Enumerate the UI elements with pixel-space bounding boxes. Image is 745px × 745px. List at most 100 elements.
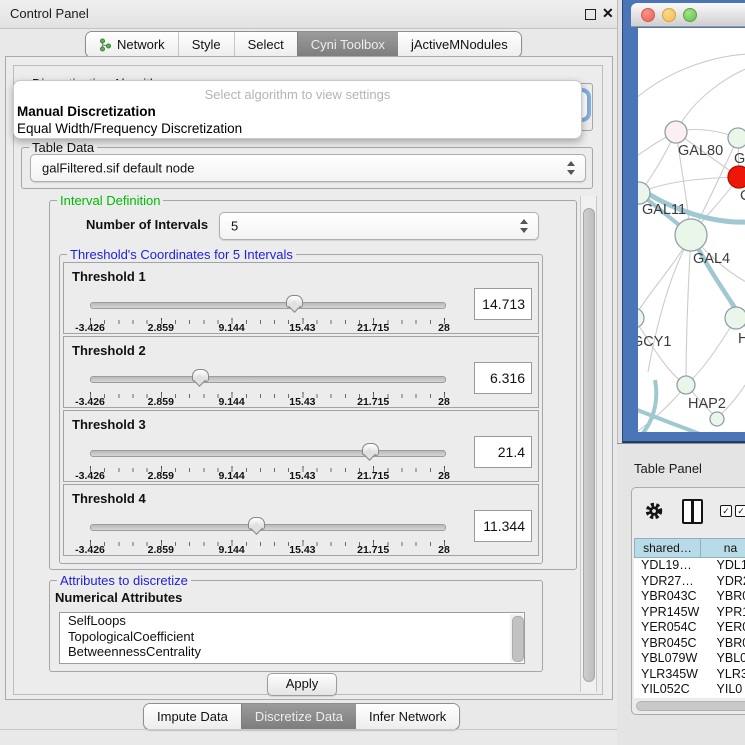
spinner-arrows-icon [567,160,576,176]
number-of-intervals-select[interactable]: 5 [219,212,539,240]
threshold-2-value-field[interactable]: 6.316 [474,362,532,394]
network-window-titlebar[interactable] [631,3,745,27]
slider-track[interactable] [90,450,446,457]
threshold-4-value-field[interactable]: 11.344 [474,510,532,542]
threshold-3-panel: Threshold 3 -3.426 2.859 9.144 15.43 21.… [63,410,539,482]
node-label: GAL11 [642,202,686,218]
tab-cyni-toolbox[interactable]: Cyni Toolbox [297,32,398,57]
table-row[interactable]: YBR045CYBR0 [634,636,745,652]
tick-label: 28 [438,396,450,408]
tab-infer-network[interactable]: Infer Network [356,704,459,729]
slider-track[interactable] [90,376,446,383]
tab-network-label: Network [117,37,165,52]
slider-minor-ticks [90,542,445,546]
table-horizontal-scrollbar-thumb[interactable] [636,701,745,711]
tab-jactivemnodules[interactable]: jActiveMNodules [398,32,521,57]
network-node[interactable] [677,376,695,394]
popup-option-manual-discretization[interactable]: Manual Discretization [17,104,156,119]
tab-select[interactable]: Select [234,32,297,57]
threshold-3-label: Threshold 3 [72,417,146,432]
tick-label: 9.144 [218,322,244,334]
gear-icon[interactable] [644,501,664,521]
numerical-attributes-list[interactable]: SelfLoops TopologicalCoefficient Between… [59,612,525,664]
tick-label: -3.426 [75,396,105,408]
popup-option-equal-width-frequency[interactable]: Equal Width/Frequency Discretization [17,121,242,136]
tick-label: 28 [438,470,450,482]
network-node[interactable] [725,307,745,329]
zoom-traffic-light-icon[interactable] [683,8,697,22]
float-window-icon[interactable] [585,9,596,20]
checkbox-icon[interactable]: ✓ [735,505,745,517]
slider-thumb[interactable] [286,295,303,308]
settings-scrollbar-thumb[interactable] [583,208,595,682]
tick-label: 21.715 [357,544,389,556]
table-data-selected-value: galFiltered.sif default node [42,161,194,176]
list-item[interactable]: TopologicalCoefficient [60,629,524,645]
network-node[interactable] [665,121,687,143]
settings-scrollbar[interactable] [580,196,597,692]
threshold-3-slider[interactable] [90,441,444,463]
table-row[interactable]: YBR043CYBR0 [634,589,745,605]
slider-thumb[interactable] [248,517,265,530]
slider-track[interactable] [90,524,446,531]
tab-discretize-data[interactable]: Discretize Data [241,704,356,729]
table-data-title: Table Data [29,140,97,155]
network-icon [99,38,112,52]
close-traffic-light-icon[interactable] [641,8,655,22]
tab-style[interactable]: Style [178,32,234,57]
table-horizontal-scrollbar[interactable] [634,700,745,709]
table-row[interactable]: YER054CYER0 [634,620,745,636]
network-node[interactable] [638,308,644,328]
column-layout-icon[interactable] [682,499,703,524]
list-scrollbar-thumb[interactable] [512,616,524,662]
checkbox-icon[interactable]: ✓ [720,505,732,517]
window-bottom-border [0,729,617,730]
tab-network[interactable]: Network [86,32,178,57]
algorithm-dropdown-popup: Select algorithm to view settings Manual… [13,80,582,139]
list-scrollbar[interactable] [510,614,523,662]
slider-minor-ticks [90,394,445,398]
table-row[interactable]: YBL079WYBL0 [634,651,745,667]
table-row[interactable]: YPR145WYPR1 [634,605,745,621]
tick-label: 9.144 [218,396,244,408]
threshold-2-slider[interactable] [90,367,444,389]
column-header[interactable]: na [700,538,745,558]
network-graph[interactable]: GAL80 GA C GAL11 GAL4 GCY1 H HAP2 [638,28,745,432]
threshold-1-label: Threshold 1 [72,269,146,284]
table-row[interactable]: YDL19…YDL1 [634,558,745,574]
table-panel-body: ✓ ✓ shared… na YDL19…YDL1 YDR27…YDR2 YBR… [631,487,745,715]
network-node[interactable] [675,219,707,251]
threshold-4-label: Threshold 4 [72,491,146,506]
threshold-3-value-field[interactable]: 21.4 [474,436,532,468]
slider-thumb[interactable] [362,443,379,456]
slider-thumb[interactable] [192,369,209,382]
apply-button[interactable]: Apply [267,673,337,696]
list-item[interactable]: SelfLoops [60,613,524,629]
threshold-1-slider[interactable] [90,293,444,315]
popup-prompt: Select algorithm to view settings [14,87,581,102]
discretize-data-panel: Discretization Algorithm Table Data galF… [13,65,603,695]
threshold-1-value-field[interactable]: 14.713 [474,288,532,320]
table-row[interactable]: YIL052CYIL0 [634,682,745,698]
tick-label: 21.715 [357,470,389,482]
table-row[interactable]: YLR345WYLR3 [634,667,745,683]
threshold-1-panel: Threshold 1 -3.426 2.859 9.144 15.43 21.… [63,262,539,334]
tab-impute-data[interactable]: Impute Data [144,704,241,729]
slider-track[interactable] [90,302,446,309]
close-icon[interactable]: ✕ [602,5,614,22]
list-item[interactable]: BetweennessCentrality [60,644,524,660]
tick-label: 2.859 [148,396,174,408]
column-header[interactable]: shared… [634,538,700,558]
network-canvas[interactable]: GAL80 GA C GAL11 GAL4 GCY1 H HAP2 [638,28,745,432]
minimize-traffic-light-icon[interactable] [662,8,676,22]
table-data-select[interactable]: galFiltered.sif default node [30,154,586,182]
network-node-selected[interactable] [728,166,745,188]
network-node[interactable] [728,128,745,148]
network-node[interactable] [710,412,724,426]
threshold-4-slider[interactable] [90,515,444,537]
numerical-attributes-label: Numerical Attributes [55,590,182,605]
table-row[interactable]: YDR27…YDR2 [634,574,745,590]
network-node-labels: GAL80 GA C GAL11 GAL4 GCY1 H HAP2 [638,143,745,412]
node-table[interactable]: shared… na YDL19…YDL1 YDR27…YDR2 YBR043C… [634,538,745,698]
node-label: GCY1 [638,334,672,350]
